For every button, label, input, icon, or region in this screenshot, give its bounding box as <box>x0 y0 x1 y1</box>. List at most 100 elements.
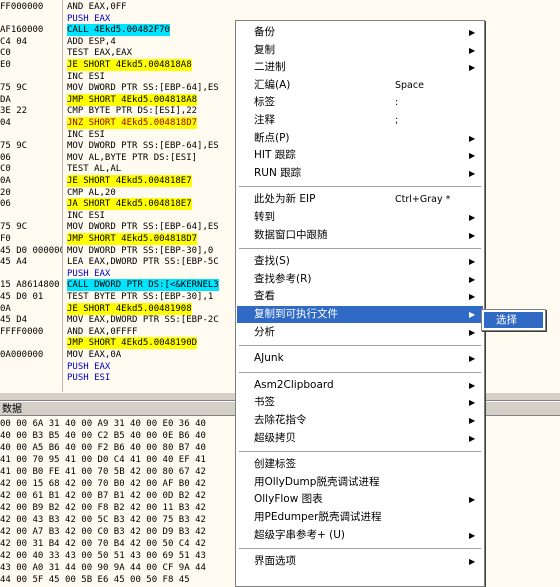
dump-row[interactable]: 43 00 A0 31 44 00 90 9A 44 00 CF 9A 44 <box>0 562 206 574</box>
menu-item[interactable]: 断点(P) ▶ <box>237 130 483 147</box>
disasm-instruction: LEA EAX,DWORD PTR SS:[EBP-5C <box>67 257 219 268</box>
disasm-instruction: TEST BYTE PTR SS:[EBP-30],1 <box>67 292 214 302</box>
menu-item[interactable]: 注释; <box>237 112 483 129</box>
dump-row[interactable]: 42 00 15 68 42 00 70 B0 42 00 AF B0 42 <box>0 478 206 490</box>
dump-row[interactable]: 00 00 6A 31 40 00 A9 31 40 00 E0 36 40 <box>0 418 206 430</box>
dump-row[interactable]: 42 00 31 B4 42 00 70 B4 42 00 50 C4 42 <box>0 538 206 550</box>
menu-item[interactable]: 数据窗口中跟随 ▶ <box>237 227 483 244</box>
dump-title: 数据 <box>2 404 22 415</box>
submenu-arrow-icon: ▶ <box>469 433 476 443</box>
menu-item[interactable]: 用OllyDump脱壳调试进程 <box>237 474 483 491</box>
menu-item[interactable]: 标签: <box>237 94 483 111</box>
disasm-bytes: AF160000 <box>0 25 44 36</box>
disasm-bytes: C0 <box>0 48 11 59</box>
dump-row[interactable]: 40 00 A5 B6 40 00 F2 B6 40 00 80 B7 40 <box>0 442 206 454</box>
disasm-instruction: PUSH EAX <box>67 361 111 372</box>
dump-row[interactable]: 42 00 B9 B2 42 00 F8 B2 42 00 11 B3 42 <box>0 502 206 514</box>
menu-item[interactable]: 用PEdumper脱壳调试进程 <box>237 509 483 526</box>
disasm-bytes: F0 <box>0 234 11 244</box>
disasm-bytes: 75 9C <box>0 141 28 152</box>
menu-item[interactable]: 查找(S) ▶ <box>237 253 483 270</box>
menu-item-label: 复制 <box>254 43 275 56</box>
menu-item[interactable]: HIT 跟踪 ▶ <box>237 147 483 164</box>
disasm-instruction: MOV DWORD PTR SS:[EBP-64],ES <box>67 141 219 152</box>
menu-item[interactable]: 界面选项 ▶ <box>237 553 483 570</box>
disasm-bytes: 75 9C <box>0 83 28 94</box>
disasm-instruction: JE SHORT 4Ekd5.00481908 <box>67 302 192 315</box>
menu-item[interactable]: 汇编(A) Space <box>237 77 483 94</box>
menu-item[interactable]: 查看 ▶ <box>237 288 483 305</box>
disasm-bytes: 45 D0 01 <box>0 292 44 302</box>
submenu-arrow-icon: ▶ <box>469 213 476 222</box>
disasm-bytes: 3E 22 <box>0 106 28 117</box>
menu-item[interactable]: RUN 跟踪 ▶ <box>237 165 483 182</box>
disasm-bytes: 15 A8614800 <box>0 280 60 291</box>
submenu-arrow-icon: ▶ <box>469 495 476 505</box>
disasm-bytes: 0A <box>0 303 11 314</box>
menu-item[interactable]: 分析 ▶ <box>237 324 483 341</box>
disasm-instruction: CALL 4Ekd5.00482F70 <box>67 24 170 37</box>
menu-item[interactable]: 创建标签 <box>237 456 483 473</box>
menu-item-select[interactable]: 选择 <box>484 312 543 328</box>
menu-item-shortcut: Ctrl+Gray * <box>395 194 451 206</box>
submenu-arrow-icon: ▶ <box>469 28 476 37</box>
submenu-arrow-icon: ▶ <box>469 45 476 55</box>
disasm-bytes: C4 04 <box>0 36 28 47</box>
disasm-instruction: TEST AL,AL <box>67 164 122 175</box>
dump-row[interactable]: 42 00 61 B1 42 00 B7 B1 42 00 0D B2 42 <box>0 490 206 502</box>
disasm-instruction: JE SHORT 4Ekd5.004818E7 <box>67 175 192 187</box>
submenu-arrow-icon: ▶ <box>469 133 476 143</box>
dump-row[interactable]: 42 00 43 B3 42 00 5C B3 42 00 75 B3 42 <box>0 514 206 526</box>
dump-row[interactable]: 41 00 B0 FE 41 00 70 5B 42 00 80 67 42 <box>0 466 206 478</box>
menu-item-shortcut: Space <box>395 79 424 91</box>
disasm-instruction: CALL DWORD PTR DS:[<&KERNEL3 <box>67 279 219 292</box>
menu-item[interactable]: 二进制 ▶ <box>237 59 483 76</box>
submenu-arrow-icon: ▶ <box>469 327 476 337</box>
menu-item[interactable]: 转到 ▶ <box>237 209 483 226</box>
disasm-instruction: AND EAX,0FFFF <box>67 326 138 337</box>
dump-row[interactable]: 42 00 40 33 43 00 50 51 43 00 69 51 43 <box>0 550 206 562</box>
disasm-bytes: 0A000000 <box>0 350 44 360</box>
menu-item[interactable]: AJunk ▶ <box>237 350 483 367</box>
disasm-bytes: 06 <box>0 199 11 210</box>
submenu-arrow-icon: ▶ <box>469 380 476 390</box>
disasm-bytes: 04 <box>0 118 11 128</box>
disasm-instruction: INC ESI <box>67 129 105 140</box>
menu-item-label: 查找(S) <box>254 255 290 268</box>
menu-item[interactable]: OllyFlow 图表 ▶ <box>237 491 483 508</box>
menu-item-label: 数据窗口中跟随 <box>254 228 328 241</box>
submenu: 选择 <box>481 309 546 331</box>
menu-item[interactable]: 书签 ▶ <box>237 394 483 411</box>
disasm-instruction: JE SHORT 4Ekd5.004818A8 <box>67 59 192 71</box>
dump-row[interactable]: 41 00 70 95 41 00 D0 C4 41 00 40 EF 41 <box>0 454 206 466</box>
disasm-instruction: ADD ESP,4 <box>67 36 116 47</box>
menu-item-label: Asm2Clipboard <box>254 378 334 391</box>
menu-item[interactable]: 超级拷贝 ▶ <box>237 430 483 447</box>
menu-item[interactable]: 备份 ▶ <box>237 24 483 41</box>
disasm-instruction: CMP BYTE PTR DS:[ESI],22 <box>67 106 198 117</box>
menu-item-label: HIT 跟踪 <box>254 149 296 162</box>
menu-separator <box>239 248 481 250</box>
menu-item-label: 此处为新 EIP <box>254 193 316 206</box>
dump-row[interactable]: 40 00 B3 B5 40 00 C2 B5 40 00 0E B6 40 <box>0 430 206 442</box>
submenu-arrow-icon: ▶ <box>469 398 476 408</box>
submenu-arrow-icon: ▶ <box>469 63 476 73</box>
disasm-instruction: MOV EAX,DWORD PTR SS:[EBP-2C <box>67 315 219 326</box>
menu-item[interactable]: 查找参考(R) ▶ <box>237 271 483 288</box>
menu-item[interactable]: 复制到可执行文件 ▶ <box>237 306 483 323</box>
menu-item[interactable]: 此处为新 EIP Ctrl+Gray * <box>237 191 483 208</box>
dump-row[interactable]: 42 00 A7 B3 42 00 C0 B3 42 00 D9 B3 42 <box>0 526 206 538</box>
menu-item[interactable]: Asm2Clipboard ▶ <box>237 377 483 394</box>
menu-item[interactable]: 去除花指令 ▶ <box>237 412 483 429</box>
menu-item-label: 备份 <box>254 26 275 38</box>
menu-item-label: 断点(P) <box>254 131 290 144</box>
menu-item-label: 用PEdumper脱壳调试进程 <box>254 511 382 523</box>
menu-item-label: 注释 <box>254 114 275 126</box>
dump-row[interactable]: 44 00 5F 45 00 5B E6 45 00 50 F8 45 <box>0 574 190 586</box>
menu-item[interactable]: 超级字串参考+ (U) ▶ <box>237 527 483 544</box>
disasm-row[interactable]: FF000000 AND EAX,0FF <box>0 1 560 13</box>
menu-separator <box>239 548 481 550</box>
menu-item-label: 书签 <box>254 396 275 409</box>
disasm-bytes: DA <box>0 94 11 105</box>
menu-item[interactable]: 复制 ▶ <box>237 42 483 59</box>
